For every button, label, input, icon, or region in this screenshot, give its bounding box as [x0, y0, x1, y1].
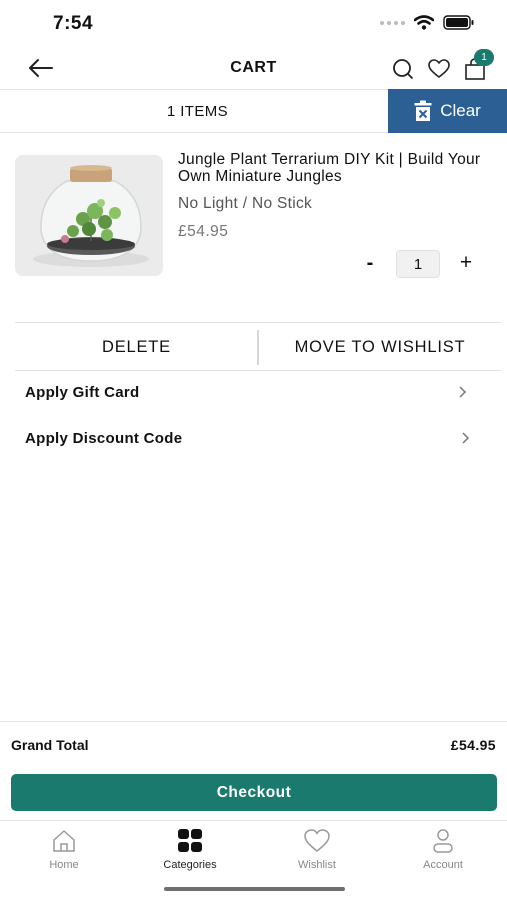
option-label: Apply Gift Card — [25, 384, 140, 401]
move-to-wishlist-button[interactable]: MOVE TO WISHLIST — [259, 323, 501, 371]
categories-icon — [178, 829, 202, 852]
tab-label: Home — [49, 859, 79, 871]
header: CART 1 — [0, 46, 507, 90]
battery-icon — [443, 15, 474, 30]
clear-icon — [414, 100, 432, 121]
apply-discount-code-row[interactable]: Apply Discount Code — [25, 424, 475, 454]
quantity-increase-button[interactable]: + — [455, 250, 477, 276]
tab-home[interactable]: Home — [14, 825, 114, 873]
heart-icon[interactable] — [426, 56, 452, 82]
tab-account[interactable]: Account — [393, 825, 493, 873]
chevron-right-icon — [459, 386, 467, 398]
clear-cart-button[interactable]: Clear — [388, 89, 507, 133]
wifi-icon — [414, 15, 434, 30]
items-count: 1 ITEMS — [166, 103, 229, 120]
grand-total-label: Grand Total — [11, 737, 89, 753]
quantity-value: 1 — [396, 250, 440, 278]
signal-icon — [380, 20, 405, 25]
status-icons — [380, 15, 475, 30]
quantity-decrease-button[interactable]: - — [360, 250, 380, 276]
clear-label: Clear — [440, 101, 481, 120]
search-icon[interactable] — [390, 56, 416, 82]
product-variant: No Light / No Stick — [178, 195, 313, 212]
chevron-right-icon — [462, 432, 470, 444]
tab-label: Account — [423, 859, 463, 871]
tab-categories[interactable]: Categories — [140, 825, 240, 873]
product-image[interactable] — [15, 155, 163, 276]
home-icon — [53, 830, 75, 852]
tab-wishlist[interactable]: Wishlist — [267, 825, 367, 873]
tab-label: Wishlist — [298, 859, 336, 871]
option-label: Apply Discount Code — [25, 430, 183, 447]
cart-item: Jungle Plant Terrarium DIY Kit | Build Y… — [0, 140, 507, 322]
status-time: 7:54 — [53, 13, 94, 34]
cart-badge: 1 — [474, 49, 494, 66]
delete-button[interactable]: DELETE — [15, 323, 258, 371]
grand-total-row: Grand Total £54.95 — [0, 721, 507, 769]
apply-gift-card-row[interactable]: Apply Gift Card — [25, 378, 475, 408]
item-actions: DELETE MOVE TO WISHLIST — [15, 322, 501, 371]
home-indicator — [164, 887, 345, 891]
account-icon — [433, 829, 453, 853]
product-price: £54.95 — [178, 223, 229, 240]
tab-label: Categories — [163, 859, 217, 871]
checkout-button[interactable]: Checkout — [11, 774, 497, 811]
heart-icon — [304, 829, 330, 852]
status-bar: 7:54 — [0, 0, 507, 46]
grand-total-value: £54.95 — [450, 737, 496, 753]
product-name[interactable]: Jungle Plant Terrarium DIY Kit | Build Y… — [178, 151, 488, 185]
items-bar: 1 ITEMS Clear — [0, 89, 507, 133]
